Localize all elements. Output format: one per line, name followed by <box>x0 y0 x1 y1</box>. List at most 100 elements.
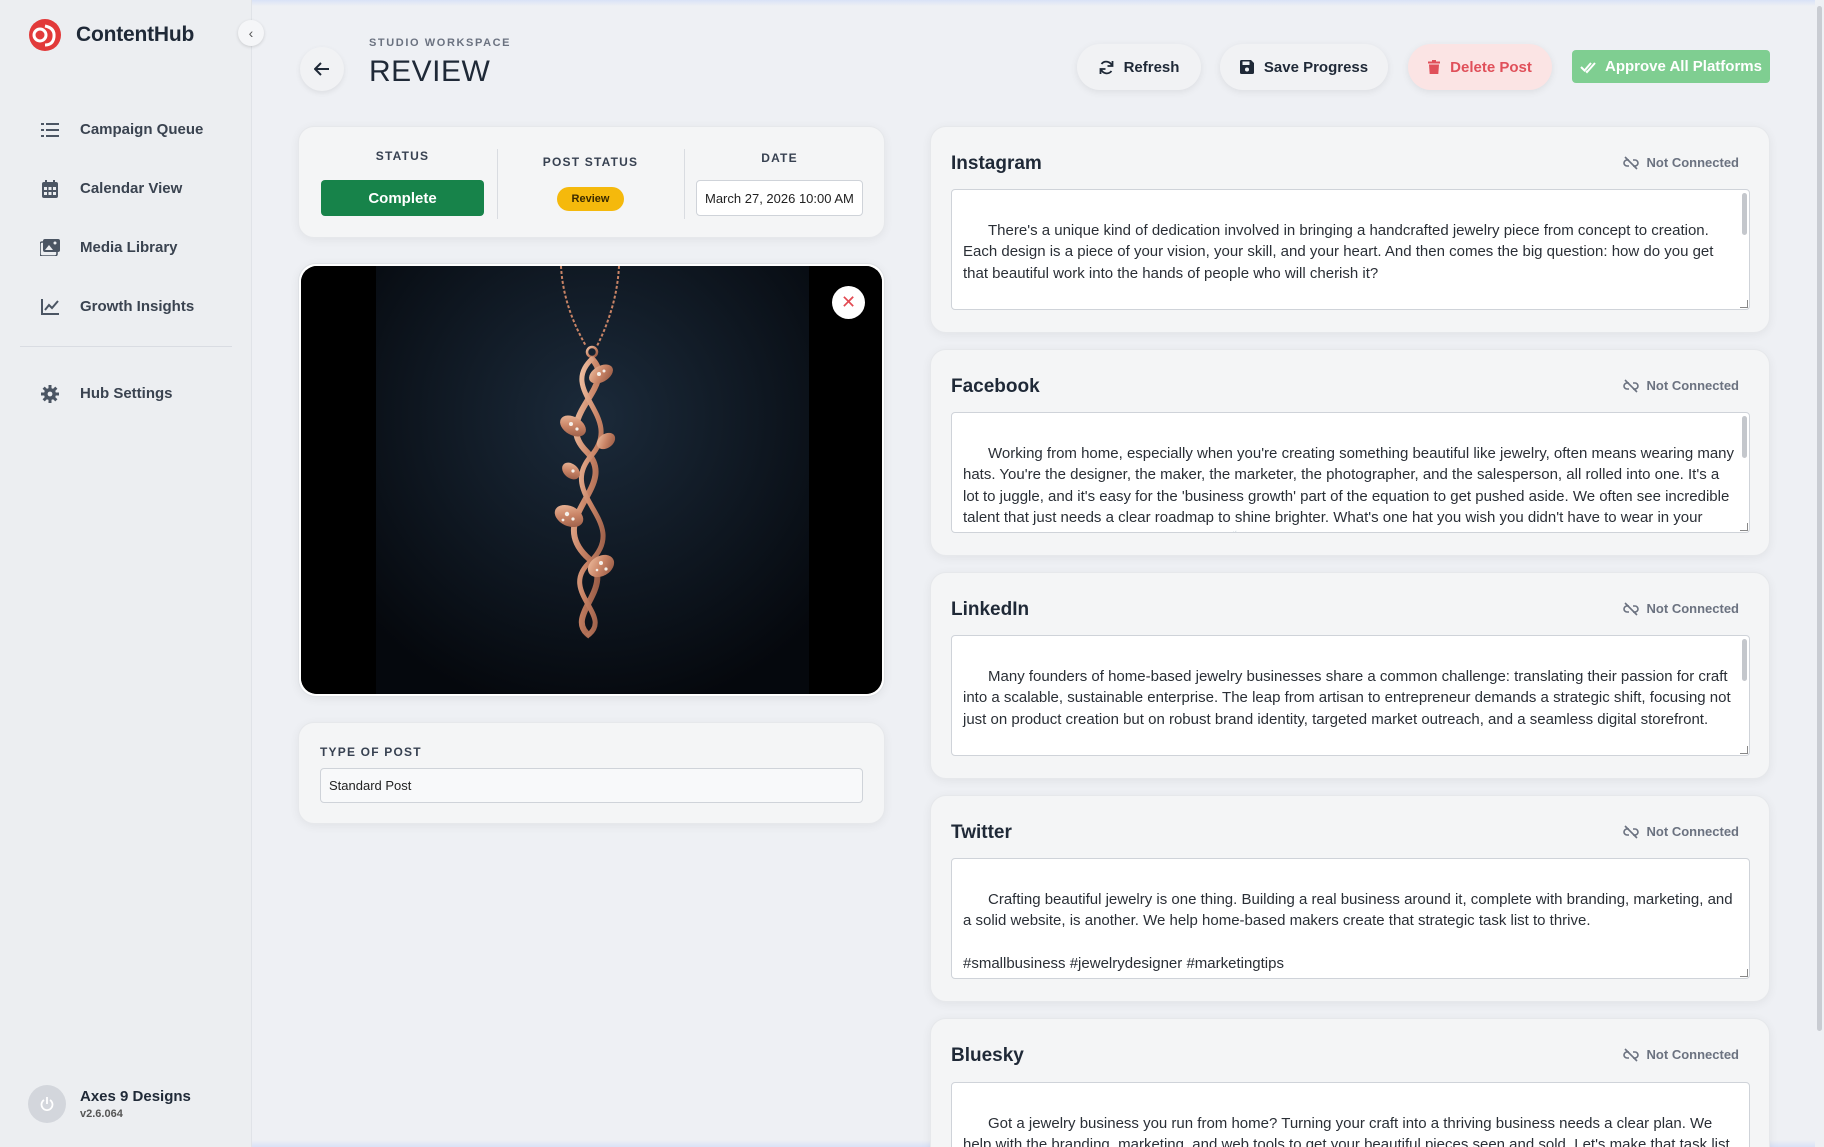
link-off-icon <box>1622 155 1639 170</box>
connection-status-label: Not Connected <box>1646 824 1739 839</box>
platform-post-textarea[interactable]: There's a unique kind of dedication invo… <box>951 189 1750 310</box>
user-profile[interactable]: Axes 9 Designs v2.6.064 <box>28 1085 191 1123</box>
connection-status: Not Connected <box>1622 1047 1739 1062</box>
floppy-disk-icon <box>1239 60 1254 74</box>
sidebar-nav: Campaign Queue Calendar View Media Libra… <box>0 100 252 336</box>
platform-post-textarea[interactable]: Working from home, especially when you'r… <box>951 412 1750 533</box>
resize-handle[interactable] <box>1740 300 1748 308</box>
user-name: Axes 9 Designs <box>80 1088 191 1105</box>
calendar-icon <box>40 179 60 199</box>
connection-status: Not Connected <box>1622 824 1739 839</box>
resize-handle[interactable] <box>1740 969 1748 977</box>
post-text: Got a jewelry business you run from home… <box>963 1114 1730 1147</box>
sidebar-item-hub-settings[interactable]: Hub Settings <box>0 364 252 423</box>
post-status-label: POST STATUS <box>542 155 639 169</box>
textarea-scrollbar[interactable] <box>1742 193 1747 235</box>
sidebar-item-label: Campaign Queue <box>80 121 204 138</box>
remove-media-button[interactable]: ✕ <box>832 286 865 319</box>
sidebar-item-media-library[interactable]: Media Library <box>0 218 252 277</box>
platform-card-linkedin: LinkedIn Not Connected Many founders of … <box>930 572 1770 779</box>
sidebar-settings-section: Hub Settings <box>0 364 252 423</box>
platform-name: Bluesky <box>951 1045 1024 1066</box>
connection-status-label: Not Connected <box>1646 155 1739 170</box>
status-complete-button[interactable]: Complete <box>321 180 484 216</box>
sidebar-item-label: Growth Insights <box>80 298 195 315</box>
page-eyebrow: STUDIO WORKSPACE <box>369 37 512 49</box>
chart-line-icon <box>40 297 60 317</box>
media-preview: ✕ <box>301 266 882 694</box>
trash-icon <box>1428 60 1441 74</box>
sidebar-item-campaign-queue[interactable]: Campaign Queue <box>0 100 252 159</box>
textarea-scrollbar[interactable] <box>1742 416 1747 458</box>
platform-post-textarea[interactable]: Got a jewelry business you run from home… <box>951 1082 1750 1147</box>
platform-post-textarea[interactable]: Many founders of home-based jewelry busi… <box>951 635 1750 756</box>
link-off-icon <box>1622 1047 1639 1062</box>
media-preview-card: ✕ <box>298 263 885 697</box>
collapse-sidebar-button[interactable]: ‹ <box>238 20 264 46</box>
refresh-button[interactable]: Refresh <box>1077 44 1201 90</box>
sidebar-item-label: Calendar View <box>80 180 183 197</box>
platform-name: Instagram <box>951 153 1042 174</box>
platform-card-bluesky: Bluesky Not Connected Got a jewelry busi… <box>930 1018 1770 1147</box>
status-card: STATUS Complete POST STATUS Review DATE … <box>298 126 885 238</box>
page-title: REVIEW <box>369 55 491 88</box>
resize-handle[interactable] <box>1740 746 1748 754</box>
back-button[interactable] <box>300 47 344 91</box>
platform-name: LinkedIn <box>951 599 1030 620</box>
post-text: Crafting beautiful jewelry is one thing.… <box>963 890 1733 973</box>
sidebar-divider <box>20 346 232 347</box>
approve-all-platforms-button[interactable]: Approve All Platforms <box>1572 50 1770 83</box>
connection-status-label: Not Connected <box>1646 1047 1739 1062</box>
brand-logo-icon <box>29 19 61 51</box>
connection-status: Not Connected <box>1622 155 1739 170</box>
sidebar-item-label: Media Library <box>80 239 178 256</box>
page-scrollbar-thumb[interactable] <box>1817 6 1822 1031</box>
save-label: Save Progress <box>1263 58 1369 76</box>
post-type-select[interactable]: Standard Post <box>320 768 863 803</box>
post-status-badge: Review <box>557 187 624 211</box>
link-off-icon <box>1622 378 1639 393</box>
approve-label: Approve All Platforms <box>1605 58 1762 75</box>
app-version: v2.6.064 <box>80 1108 123 1120</box>
power-icon[interactable] <box>28 1085 66 1123</box>
link-off-icon <box>1622 824 1639 839</box>
sidebar-item-calendar-view[interactable]: Calendar View <box>0 159 252 218</box>
platform-post-textarea[interactable]: Crafting beautiful jewelry is one thing.… <box>951 858 1750 979</box>
date-input[interactable]: March 27, 2026 10:00 AM <box>696 180 863 216</box>
close-icon: ✕ <box>840 292 857 312</box>
sidebar: ContentHub Campaign Queue Calendar View … <box>0 0 252 1147</box>
save-progress-button[interactable]: Save Progress <box>1220 44 1388 90</box>
refresh-label: Refresh <box>1123 58 1180 76</box>
post-status-column: POST STATUS <box>509 127 672 239</box>
divider <box>497 149 498 219</box>
gear-icon <box>40 384 60 404</box>
resize-handle[interactable] <box>1740 523 1748 531</box>
connection-status: Not Connected <box>1622 601 1739 616</box>
post-text: Many founders of home-based jewelry busi… <box>963 667 1735 728</box>
delete-post-button[interactable]: Delete Post <box>1408 44 1552 90</box>
platform-card-twitter: Twitter Not Connected Crafting beautiful… <box>930 795 1770 1002</box>
page-scrollbar[interactable] <box>1815 0 1824 1147</box>
textarea-scrollbar[interactable] <box>1742 639 1747 681</box>
brand[interactable]: ContentHub <box>28 18 194 52</box>
post-type-card: TYPE OF POST Standard Post <box>298 722 885 824</box>
date-label: DATE <box>761 151 798 165</box>
images-icon <box>40 238 60 258</box>
app-window: ContentHub Campaign Queue Calendar View … <box>0 0 1824 1147</box>
double-check-icon <box>1580 61 1596 73</box>
sidebar-item-label: Hub Settings <box>80 385 173 402</box>
platform-card-facebook: Facebook Not Connected Working from home… <box>930 349 1770 556</box>
connection-status-label: Not Connected <box>1646 378 1739 393</box>
chevron-left-icon: ‹ <box>248 25 254 41</box>
connection-status-label: Not Connected <box>1646 601 1739 616</box>
platform-name: Facebook <box>951 376 1040 397</box>
platform-card-instagram: Instagram Not Connected There's a unique… <box>930 126 1770 333</box>
arrow-left-icon <box>314 62 329 76</box>
link-off-icon <box>1622 601 1639 616</box>
list-icon <box>40 120 60 140</box>
connection-status: Not Connected <box>1622 378 1739 393</box>
brand-name: ContentHub <box>76 23 195 46</box>
divider <box>684 149 685 219</box>
post-type-label: TYPE OF POST <box>320 745 422 759</box>
sidebar-item-growth-insights[interactable]: Growth Insights <box>0 277 252 336</box>
